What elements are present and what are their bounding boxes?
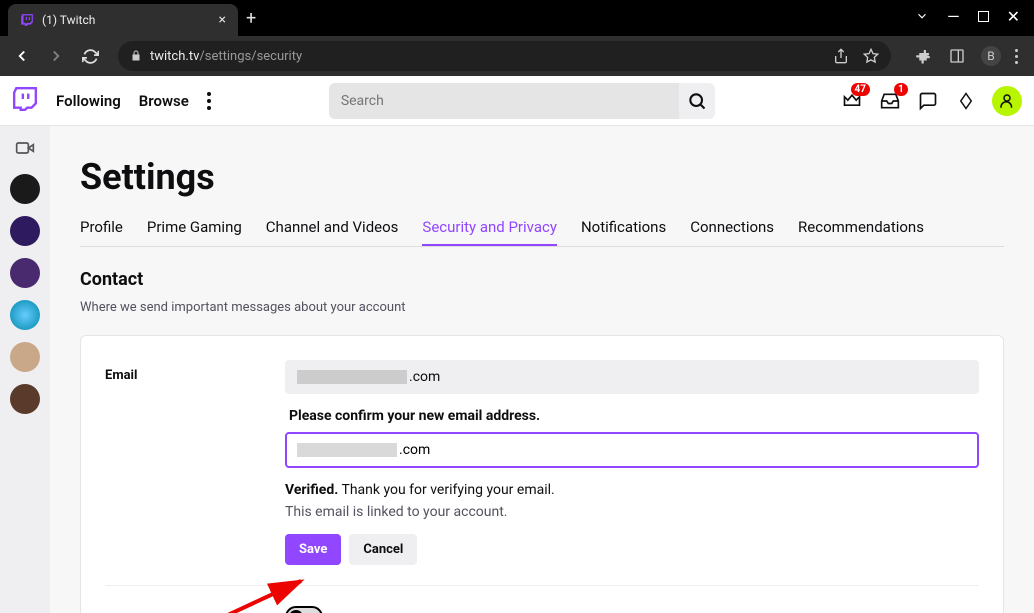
share-icon[interactable] (833, 48, 849, 64)
linked-text: This email is linked to your account. (285, 504, 979, 520)
email-readonly: .com (285, 360, 979, 394)
browser-toolbar: twitch.tv/settings/security B (0, 36, 1034, 76)
contact-card: Email .com Please confirm your new email… (80, 335, 1004, 613)
nav-following[interactable]: Following (56, 92, 121, 110)
twitch-topnav: Following Browse 47 1 (0, 76, 1034, 126)
browser-menu-icon[interactable] (1015, 49, 1018, 64)
window-controls: — ✕ (915, 0, 1034, 32)
minimize-icon[interactable]: — (947, 7, 960, 26)
bookmark-star-icon[interactable] (863, 48, 879, 64)
extensions-icon[interactable] (913, 46, 933, 66)
followed-channel-2[interactable] (10, 216, 40, 246)
url-host: twitch.tv (150, 49, 199, 64)
tab-channel-videos[interactable]: Channel and Videos (266, 218, 399, 246)
search-input[interactable] (329, 83, 679, 119)
confirm-email-message: Please confirm your new email address. (289, 408, 979, 424)
enable-additional-toggle[interactable] (285, 606, 323, 613)
search-icon (687, 91, 707, 111)
followed-channel-5[interactable] (10, 342, 40, 372)
page-title: Settings (80, 156, 1004, 198)
email-input-suffix: .com (399, 442, 430, 458)
chevron-down-icon[interactable] (915, 9, 929, 23)
confirm-email-input[interactable]: .com (285, 432, 979, 468)
redacted-text (297, 370, 407, 384)
user-avatar[interactable] (992, 86, 1022, 116)
tab-recommendations[interactable]: Recommendations (798, 218, 924, 246)
forward-button[interactable] (42, 42, 70, 70)
reload-button[interactable] (76, 42, 104, 70)
settings-tabs: Profile Prime Gaming Channel and Videos … (80, 218, 1004, 247)
contact-heading: Contact (80, 269, 1004, 290)
tab-notifications[interactable]: Notifications (581, 218, 666, 246)
address-bar[interactable]: twitch.tv/settings/security (118, 41, 891, 71)
prime-badge: 47 (851, 83, 870, 96)
main-content: Settings Profile Prime Gaming Channel an… (50, 126, 1034, 613)
contact-subtext: Where we send important messages about y… (80, 300, 1004, 315)
browser-profile[interactable]: B (981, 46, 1001, 66)
prime-loot-icon[interactable]: 47 (840, 89, 864, 113)
twitch-favicon-icon (20, 13, 34, 27)
inbox-icon[interactable]: 1 (878, 89, 902, 113)
browser-tab[interactable]: (1) Twitch × (8, 4, 238, 36)
lock-icon (130, 50, 142, 62)
followed-channel-1[interactable] (10, 174, 40, 204)
left-rail (0, 126, 50, 613)
whispers-icon[interactable] (916, 89, 940, 113)
camera-icon[interactable] (11, 134, 39, 162)
verified-line: Verified. Thank you for verifying your e… (285, 482, 979, 498)
maximize-icon[interactable] (978, 11, 989, 22)
browser-tab-strip: (1) Twitch × + — ✕ (0, 0, 1034, 36)
browser-tab-title: (1) Twitch (42, 13, 211, 27)
nav-browse[interactable]: Browse (139, 92, 189, 110)
tab-security-privacy[interactable]: Security and Privacy (422, 218, 557, 246)
more-menu-icon[interactable] (207, 92, 211, 110)
close-window-icon[interactable]: ✕ (1007, 7, 1020, 26)
save-button[interactable]: Save (285, 534, 341, 565)
followed-channel-3[interactable] (10, 258, 40, 288)
redacted-input (297, 443, 397, 457)
close-tab-icon[interactable]: × (219, 12, 226, 28)
followed-channel-6[interactable] (10, 384, 40, 414)
email-suffix: .com (409, 369, 440, 385)
tab-profile[interactable]: Profile (80, 218, 123, 246)
cancel-button[interactable]: Cancel (349, 534, 417, 565)
bits-icon[interactable] (954, 89, 978, 113)
url-path: /settings/security (199, 49, 302, 64)
inbox-badge: 1 (894, 83, 908, 96)
back-button[interactable] (8, 42, 36, 70)
followed-channel-4[interactable] (10, 300, 40, 330)
email-label: Email (105, 360, 245, 565)
enable-additional-label: Enable additional (105, 606, 245, 613)
twitch-logo-icon[interactable] (12, 86, 38, 116)
sidepanel-icon[interactable] (947, 46, 967, 66)
new-tab-button[interactable]: + (246, 8, 256, 29)
tab-connections[interactable]: Connections (690, 218, 774, 246)
search-button[interactable] (679, 83, 715, 119)
tab-prime-gaming[interactable]: Prime Gaming (147, 218, 242, 246)
